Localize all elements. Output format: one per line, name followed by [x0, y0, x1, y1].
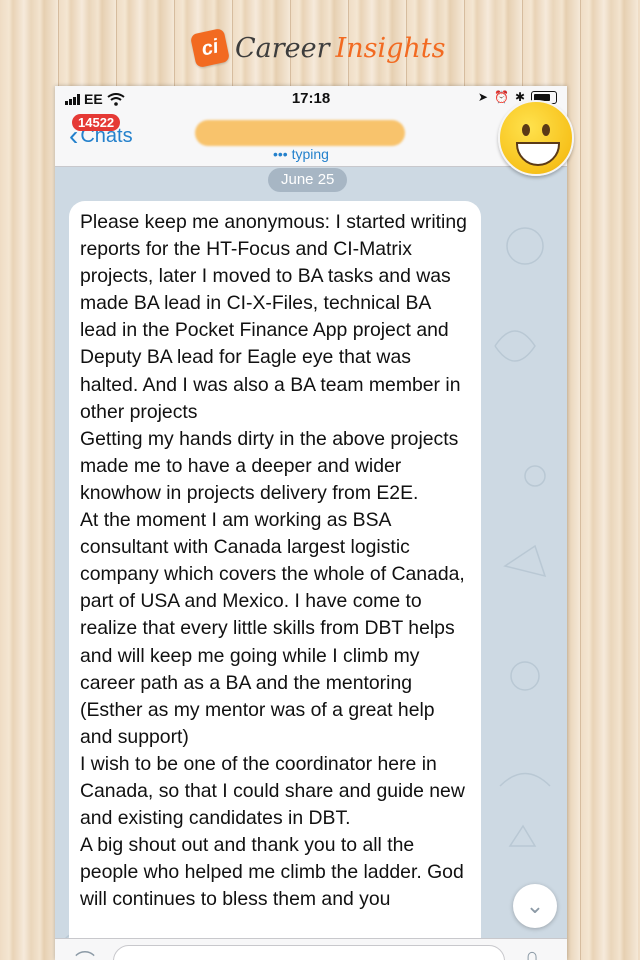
phone-screenshot: EE 17:18 ➤ ⏰ ✱ ‹ Chats 14522 ••• typing … [55, 86, 567, 960]
message-bubble[interactable]: Please keep me anonymous: I started writ… [69, 201, 481, 960]
emoji-right-eye [542, 124, 550, 136]
chevron-down-icon: ⌄ [525, 893, 545, 918]
logo-word-insights: Insights [335, 32, 446, 64]
logo-word-career: Career [235, 32, 330, 64]
redacted-contact-name[interactable] [195, 120, 405, 146]
unread-count-badge: 14522 [72, 114, 121, 131]
alarm-icon: ⏰ [493, 90, 509, 104]
location-icon: ➤ [477, 90, 488, 104]
composer-bar: ⌒ ∩ [55, 938, 567, 960]
scroll-to-bottom-button[interactable]: ⌄ [513, 884, 557, 928]
message-input[interactable] [113, 945, 505, 960]
chat-header: ‹ Chats 14522 ••• typing [55, 114, 567, 167]
plank-divider [580, 0, 581, 960]
logo-badge: ci [189, 27, 231, 69]
typing-dots-icon: ••• [273, 146, 288, 162]
ios-status-bar: EE 17:18 ➤ ⏰ ✱ [55, 86, 567, 114]
emoji-smile [516, 142, 560, 166]
paperclip-icon[interactable]: ⌒ [75, 945, 95, 960]
date-separator: June 25 [268, 168, 348, 192]
typing-label: typing [291, 146, 329, 162]
smiley-emoji-sticker [498, 100, 574, 176]
typing-indicator: ••• typing [273, 146, 329, 162]
career-insights-logo: ci Career Insights [189, 27, 446, 69]
emoji-left-eye [522, 124, 530, 136]
microphone-icon[interactable]: ∩ [525, 945, 539, 960]
